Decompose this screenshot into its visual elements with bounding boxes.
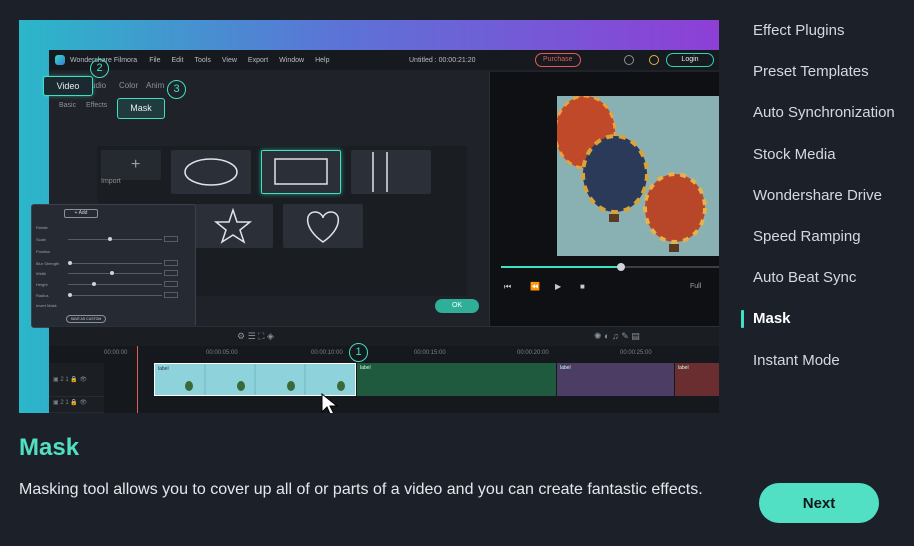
prop-row-blur: Blur Strength [36, 260, 191, 267]
tab-video: Video [43, 76, 93, 96]
prop-row-rotate: Rotate [36, 225, 48, 230]
bulb-icon [649, 55, 659, 65]
track-header-1: ▣ 2 1 🔒 👁 [49, 363, 104, 397]
balloons-image [557, 96, 719, 256]
prop-row-width: Width [36, 270, 191, 277]
prop-row-scale: Scale [36, 236, 191, 243]
mask-ellipse-tile [171, 150, 251, 194]
timeline-clip-purple: label [557, 363, 674, 396]
zoom-label: Full [690, 283, 702, 290]
star-icon [213, 207, 253, 244]
video-frame [557, 96, 719, 256]
editor-title-bar: Wondershare Filmora File Edit Tools View… [49, 50, 719, 70]
menu-help: Help [315, 56, 330, 64]
feature-preview-image: Wondershare Filmora File Edit Tools View… [19, 20, 719, 413]
playhead [137, 346, 138, 413]
stop-icon: ■ [580, 282, 585, 291]
save-as-custom-button: SAVE AS CUSTOM [66, 315, 106, 323]
split-lines-icon [372, 152, 388, 192]
nav-item-instant-mode[interactable]: Instant Mode [741, 350, 911, 391]
import-label: Import [101, 178, 121, 185]
step-back-icon: ⏮ [504, 282, 512, 291]
play-icon: ▶ [555, 282, 562, 291]
feature-title: Mask [19, 434, 80, 461]
clip-thumbnails [185, 364, 345, 395]
tab-animation: Anim [146, 81, 165, 90]
subtab-mask: Mask [117, 98, 165, 119]
nav-item-effect-plugins[interactable]: Effect Plugins [741, 20, 911, 61]
next-button[interactable]: Next [759, 483, 879, 523]
tab-audio: udio [91, 81, 107, 90]
timeline-clip-green: label [357, 363, 556, 396]
nav-item-auto-beat-sync[interactable]: Auto Beat Sync [741, 267, 911, 308]
editor-menu: File Edit Tools View Export Window Help [149, 57, 329, 64]
menu-view: View [221, 56, 237, 64]
login-badge: Login [666, 53, 714, 67]
menu-window: Window [279, 56, 305, 64]
prop-row-invert: Invert Mask [36, 303, 57, 308]
filmora-logo-icon [55, 55, 65, 65]
subtab-effects: Effects [86, 102, 108, 109]
ellipse-icon [184, 158, 238, 186]
prop-row-height: Height [36, 281, 191, 288]
prop-row-position: Position [36, 249, 51, 254]
timeline-toolbar: ⚙ ☰ ⛶ ◈ ✺ ◐ ♫ ✎ ▤ [49, 326, 719, 346]
media-tabs: udio Color Anim [49, 72, 489, 94]
mask-star-tile [193, 204, 273, 248]
editor-window: Wondershare Filmora File Edit Tools View… [31, 50, 719, 413]
plus-icon: + [131, 156, 141, 173]
menu-tools: Tools [194, 56, 211, 64]
callout-3: 3 [167, 80, 186, 99]
preview-viewer: ⏮ ⏪ ▶ ■ Full [489, 72, 719, 326]
tab-color: Color [119, 81, 139, 90]
import-mask-tile: + [101, 150, 161, 180]
nav-item-stock-media[interactable]: Stock Media [741, 144, 911, 185]
scrubber-progress [501, 266, 622, 268]
toolbar-icons: ⚙ ☰ ⛶ ◈ [237, 331, 274, 341]
feature-nav: Effect Plugins Preset Templates Auto Syn… [741, 20, 911, 391]
rectangle-icon [274, 158, 328, 185]
purchase-badge: Purchase [535, 53, 581, 67]
menu-file: File [149, 56, 161, 64]
callout-2: 2 [90, 59, 109, 78]
mask-lines-tile [351, 150, 431, 194]
timeline: 00:00:00 00:00:05:00 00:00:10:00 00:00:1… [49, 343, 719, 413]
scrubber-knob [617, 263, 626, 271]
menu-export: Export [247, 56, 269, 64]
feature-description: Masking tool allows you to cover up all … [19, 481, 703, 498]
menu-edit: Edit [171, 56, 184, 64]
mask-ok-button: OK [435, 299, 479, 313]
mask-heart-tile [283, 204, 363, 248]
mask-properties-panel: + Add Rotate Scale Position Blur Strengt… [31, 204, 196, 328]
nav-item-auto-synchronization[interactable]: Auto Synchronization [741, 102, 911, 143]
prop-row-radius: Radius [36, 292, 191, 299]
track-header-2: ▣ 2 1 🔒 👁 [49, 397, 104, 413]
add-mask-button: + Add [64, 209, 98, 218]
heart-icon [307, 211, 339, 243]
project-name: Untitled : 00:00:21:20 [409, 56, 476, 64]
playback-scrubber [501, 263, 719, 271]
nav-item-speed-ramping[interactable]: Speed Ramping [741, 226, 911, 267]
subtab-basic: Basic [59, 102, 77, 109]
timeline-clip-red: label [675, 363, 719, 396]
cloud-icon [624, 55, 634, 65]
timeline-ruler: 00:00:00 00:00:05:00 00:00:10:00 00:00:1… [104, 350, 652, 356]
nav-item-mask[interactable]: Mask [741, 308, 911, 349]
nav-item-preset-templates[interactable]: Preset Templates [741, 61, 911, 102]
toolbar-right-icons: ✺ ◐ ♫ ✎ ▤ [594, 331, 640, 341]
mask-rectangle-tile [261, 150, 341, 194]
callout-1: 1 [349, 343, 368, 362]
nav-item-wondershare-drive[interactable]: Wondershare Drive [741, 185, 911, 226]
mouse-cursor-icon [321, 392, 338, 413]
frame-back-icon: ⏪ [530, 282, 540, 291]
